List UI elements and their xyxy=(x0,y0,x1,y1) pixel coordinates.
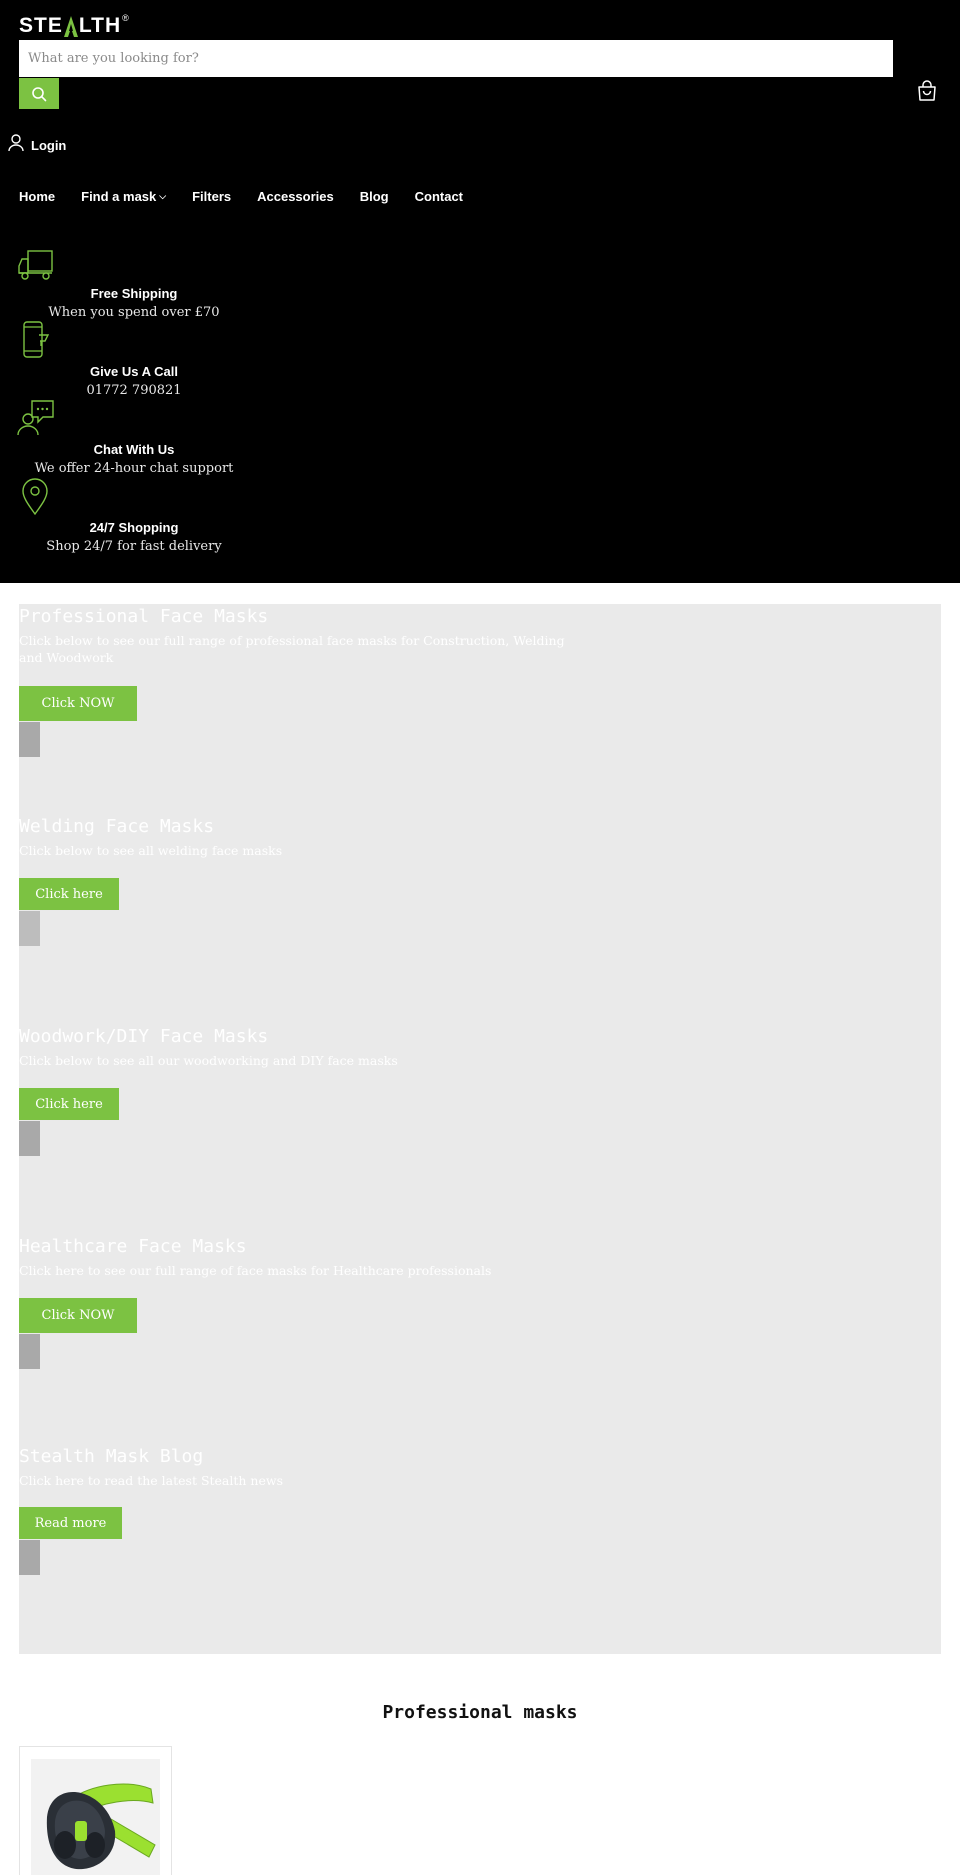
nav-find-a-mask[interactable]: Find a mask ⌵ xyxy=(81,187,166,205)
nav-find-a-mask-label: Find a mask xyxy=(81,188,157,204)
main-nav: Home Find a mask ⌵ Filters Accessories B… xyxy=(19,187,489,205)
slide-text: Click here to read the latest Stealth ne… xyxy=(19,1473,283,1488)
search-icon xyxy=(32,86,47,101)
map-pin-icon xyxy=(22,478,48,515)
login-label: Login xyxy=(31,138,67,153)
feature-title: Free Shipping xyxy=(90,286,178,301)
nav-blog[interactable]: Blog xyxy=(360,187,389,205)
nav-home[interactable]: Home xyxy=(19,187,55,205)
login-link[interactable]: Login xyxy=(8,132,66,153)
product-card[interactable] xyxy=(19,1746,172,1875)
feature-title: Give Us A Call xyxy=(90,364,178,379)
slide-title: Healthcare Face Masks xyxy=(19,1236,247,1257)
phone-icon xyxy=(23,321,50,358)
nav-accessories[interactable]: Accessories xyxy=(257,187,334,205)
slide-indicator[interactable] xyxy=(19,1334,40,1369)
slide-title: Stealth Mask Blog xyxy=(19,1446,204,1467)
slide-cta-button[interactable]: Read more xyxy=(19,1507,122,1539)
site-header: STE LTH ® Login Home Find a mask xyxy=(0,0,960,583)
search-input[interactable] xyxy=(19,40,893,77)
logo-mask-icon xyxy=(63,16,78,37)
feature-title: Chat With Us xyxy=(93,442,175,457)
feature-text: 01772 790821 xyxy=(86,383,182,398)
slide-cta-button[interactable]: Click NOW xyxy=(19,686,137,721)
logo-text-start: STE xyxy=(19,14,63,37)
slide-cta-button[interactable]: Click here xyxy=(19,878,119,910)
slide-title: Woodwork/DIY Face Masks xyxy=(19,1026,269,1047)
slide-indicator[interactable] xyxy=(19,722,40,757)
slide-title: Welding Face Masks xyxy=(19,816,215,837)
chevron-down-icon: ⌵ xyxy=(159,190,167,201)
section-title: Professional masks xyxy=(382,1702,578,1723)
feature-text: We offer 24-hour chat support xyxy=(34,461,234,476)
slide-text: Click here to see our full range of face… xyxy=(19,1263,492,1278)
promo-slideshow: Professional Face Masks Click below to s… xyxy=(19,604,941,1654)
nav-filters[interactable]: Filters xyxy=(192,187,231,205)
slide-indicator[interactable] xyxy=(19,911,40,946)
slide-indicator[interactable] xyxy=(19,1540,40,1575)
slide-cta-button[interactable]: Click NOW xyxy=(19,1298,137,1333)
product-image xyxy=(31,1759,160,1875)
feature-text: When you spend over £70 xyxy=(48,305,220,320)
chat-support-icon xyxy=(17,400,54,436)
slide-text: Click below to see all our woodworking a… xyxy=(19,1053,398,1068)
cart-button[interactable] xyxy=(915,79,939,103)
stealth-logo[interactable]: STE LTH ® xyxy=(19,12,129,40)
respirator-mask-image xyxy=(46,1783,156,1870)
slide-indicator[interactable] xyxy=(19,1121,40,1156)
logo-text-end: LTH xyxy=(78,14,122,37)
registered-mark: ® xyxy=(122,13,129,23)
search-button[interactable] xyxy=(19,78,59,109)
user-icon xyxy=(8,133,24,151)
slide-title: Professional Face Masks xyxy=(19,606,269,627)
slide-cta-button[interactable]: Click here xyxy=(19,1088,119,1120)
nav-contact[interactable]: Contact xyxy=(415,187,463,205)
feature-title: 24/7 Shopping xyxy=(89,520,179,535)
feature-text: Shop 24/7 for fast delivery xyxy=(46,539,222,554)
truck-icon xyxy=(18,250,53,280)
slide-text: Click below to see our full range of pro… xyxy=(19,633,565,665)
slide-text: Click below to see all welding face mask… xyxy=(19,843,283,858)
shopping-bag-icon xyxy=(918,80,936,101)
